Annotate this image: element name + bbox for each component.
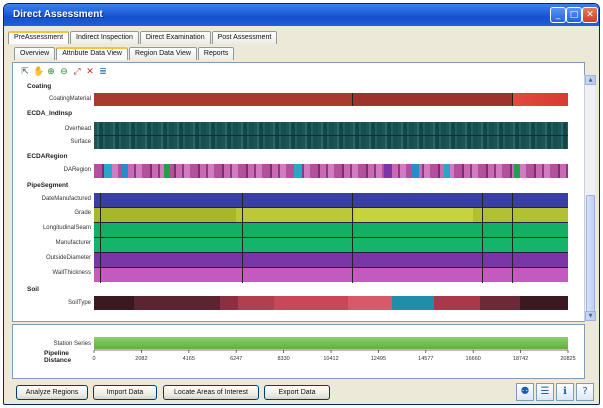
export-data-button[interactable]: Export Data — [264, 385, 330, 400]
tab-region-data-view[interactable]: Region Data View — [128, 47, 197, 60]
row-label-grade: Grade — [74, 210, 91, 216]
window-title: Direct Assessment — [13, 9, 103, 20]
info-icon[interactable]: ℹ — [556, 383, 574, 401]
da-region-track[interactable] — [94, 164, 568, 178]
row-label-surface: Surface — [70, 139, 91, 145]
axis-tick-label: 6247 — [230, 356, 242, 362]
row-label-longitudinal-seam: LongitudinalSeam — [42, 225, 91, 231]
row-label-outside-diameter: OutsideDiameter — [45, 255, 91, 261]
soil-type-track[interactable] — [94, 296, 568, 310]
axis-tick-label: 4165 — [183, 356, 195, 362]
analyze-regions-button[interactable]: Analyze Regions — [16, 385, 88, 400]
minimize-button[interactable]: _ — [550, 7, 566, 23]
tab-attribute-data-view[interactable]: Attribute Data View — [56, 47, 128, 60]
axis-tick-label: 20825 — [560, 356, 575, 362]
tab-preassessment[interactable]: PreAssessment — [8, 31, 70, 44]
pan-icon[interactable]: ✋ — [33, 67, 44, 77]
vertical-scrollbar[interactable]: ▲ ▼ — [584, 75, 596, 321]
users-icon[interactable]: ⚉ — [516, 383, 534, 401]
pipeline-label: Pipeline — [44, 350, 69, 357]
maximize-button[interactable]: □ — [566, 7, 582, 23]
close-button[interactable]: ✕ — [582, 7, 598, 23]
group-ecda-region: ECDARegion — [27, 153, 68, 160]
help-icon[interactable]: ? — [576, 383, 594, 401]
axis-tick-label: 10412 — [323, 356, 338, 362]
row-label-coating-material: CoatingMaterial — [48, 96, 91, 102]
axis-tick-label: 16660 — [466, 356, 481, 362]
group-coating: Coating — [27, 83, 52, 90]
import-data-button[interactable]: Import Data — [93, 385, 157, 400]
zoom-extent-icon[interactable]: ⤢ — [72, 67, 82, 77]
station-series-bar[interactable] — [94, 337, 568, 349]
row-label-wall-thickness: WallThickness — [52, 270, 91, 276]
axis-tick-label: 8330 — [277, 356, 289, 362]
scroll-down-icon[interactable]: ▼ — [585, 311, 596, 321]
row-label-manufacturer: Manufacturer — [55, 240, 91, 246]
tab-indirect-inspection[interactable]: Indirect Inspection — [70, 31, 139, 44]
zoom-in-icon[interactable]: ⊕ — [46, 67, 56, 77]
tab-reports[interactable]: Reports — [197, 47, 235, 60]
distance-axis: 0 2082 4165 6247 8330 10412 12495 14577 16660 187… — [92, 349, 576, 362]
row-label-soil-type: SoilType — [67, 300, 91, 306]
view-toolbar: ⇱ ✋ ⊕ ⊖ ⤢ ✕ ≣ — [20, 67, 108, 79]
title-bar[interactable]: Direct Assessment _ □ ✕ — [4, 4, 599, 26]
coating-track[interactable] — [94, 93, 568, 106]
tab-direct-examination[interactable]: Direct Examination — [139, 31, 211, 44]
distance-label: Distance — [44, 357, 72, 364]
group-soil: Soil — [27, 286, 39, 293]
axis-tick-label: 2082 — [135, 356, 147, 362]
locate-areas-button[interactable]: Locate Areas of Interest — [163, 385, 259, 400]
layer-icon[interactable]: ≣ — [98, 67, 108, 77]
group-ecda-indinsp: ECDA_IndInsp — [27, 110, 73, 117]
row-label-overhead: Overhead — [64, 126, 91, 132]
row-label-da-region: DARegion — [63, 167, 91, 173]
group-pipe-segment: PipeSegment — [27, 182, 69, 189]
sub-tab-strip: Overview Attribute Data View Region Data… — [14, 47, 235, 60]
pipe-segment-track[interactable] — [94, 193, 568, 283]
axis-tick-label: 18742 — [513, 356, 528, 362]
tab-overview[interactable]: Overview — [14, 47, 56, 60]
axis-tick-label: 0 — [92, 356, 95, 362]
scroll-up-icon[interactable]: ▲ — [585, 75, 596, 85]
list-icon[interactable]: ☰ — [536, 383, 554, 401]
scroll-thumb[interactable] — [586, 195, 595, 315]
station-series-label: Station Series — [53, 341, 91, 347]
clear-icon[interactable]: ✕ — [85, 67, 95, 77]
indirect-inspection-track[interactable] — [94, 122, 568, 149]
row-label-date-manufactured: DateManufactured — [41, 196, 91, 202]
zoom-out-icon[interactable]: ⊖ — [59, 67, 69, 77]
axis-tick-label: 12495 — [371, 356, 386, 362]
pointer-icon[interactable]: ⇱ — [20, 67, 30, 77]
tab-post-assessment[interactable]: Post Assessment — [211, 31, 278, 44]
axis-tick-label: 14577 — [418, 356, 433, 362]
main-tab-strip: PreAssessment Indirect Inspection Direct… — [8, 31, 278, 44]
